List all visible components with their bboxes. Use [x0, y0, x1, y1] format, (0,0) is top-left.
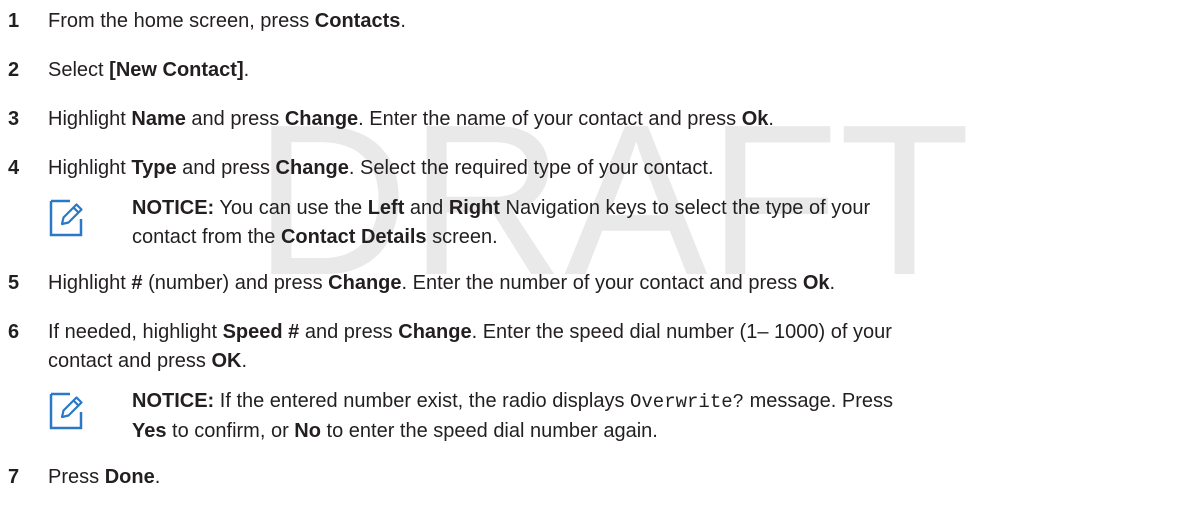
- ui-term: #: [131, 272, 143, 294]
- ui-term: Done: [104, 466, 155, 488]
- ui-term: Change: [398, 321, 472, 343]
- ui-term: [New Contact]: [109, 59, 244, 81]
- step-number: 1: [8, 10, 20, 32]
- text-run: .: [829, 272, 836, 294]
- screen-message: Overwrite?: [630, 391, 745, 413]
- ui-term: No: [294, 420, 321, 442]
- ui-term: Left: [367, 197, 405, 219]
- text-run: Highlight: [48, 157, 132, 179]
- text-run: If the entered number exist, the radio d…: [214, 390, 630, 412]
- step-text: From the home screen, press Contacts.: [48, 7, 1176, 36]
- ui-term: Change: [328, 272, 402, 294]
- text-run: and press: [299, 321, 399, 343]
- step-number: 4: [8, 157, 20, 179]
- step-text: Highlight Type and press Change. Select …: [48, 154, 1176, 183]
- text-run: to enter the speed dial number again.: [320, 420, 658, 442]
- step-text: If needed, highlight Speed # and press C…: [48, 318, 1176, 376]
- text-run: (number) and press: [142, 272, 329, 294]
- step-number: 6: [8, 321, 20, 343]
- ui-term: Type: [131, 157, 177, 179]
- notice-label: NOTICE:: [132, 197, 215, 219]
- ui-term: Yes: [132, 420, 167, 442]
- text-run: From the home screen, press: [48, 10, 315, 32]
- text-run: . Enter the name of your contact and pre…: [358, 108, 742, 130]
- step-text: Highlight # (number) and press Change. E…: [48, 269, 1176, 298]
- ui-term: Contacts: [314, 10, 401, 32]
- text-run: contact and press: [48, 350, 212, 372]
- text-run: Press: [48, 466, 105, 488]
- text-run: .: [243, 59, 250, 81]
- step-number: 3: [8, 108, 20, 130]
- pencil-note-icon: [49, 392, 83, 430]
- ui-term: Ok: [741, 108, 769, 130]
- pencil-note-icon: [49, 199, 83, 237]
- text-run: screen.: [426, 226, 498, 248]
- text-run: You can use the: [214, 197, 368, 219]
- text-run: Select: [48, 59, 110, 81]
- text-run: Navigation keys to select the type of yo…: [499, 197, 871, 219]
- text-run: .: [768, 108, 774, 130]
- notice-text: NOTICE: You can use the Left and Right N…: [132, 194, 1178, 252]
- text-run: .: [400, 10, 406, 32]
- notice-text: NOTICE: If the entered number exist, the…: [132, 387, 1178, 446]
- step-text: Highlight Name and press Change. Enter t…: [48, 105, 1176, 134]
- text-run: and press: [185, 108, 285, 130]
- text-run: If needed, highlight: [48, 321, 223, 343]
- text-run: .: [154, 466, 161, 488]
- ui-term: Change: [284, 108, 359, 130]
- ui-term: Ok: [802, 272, 830, 294]
- ui-term: Right: [448, 197, 500, 219]
- step-number: 2: [8, 59, 20, 81]
- text-run: .: [241, 350, 247, 372]
- text-run: Highlight: [48, 108, 132, 130]
- ui-term: Speed #: [222, 321, 300, 343]
- text-run: message. Press: [744, 390, 893, 412]
- text-run: to confirm, or: [166, 420, 295, 442]
- notice-label: NOTICE:: [132, 390, 215, 412]
- text-run: Highlight: [48, 272, 132, 294]
- step-number: 5: [8, 272, 20, 294]
- text-run: . Enter the speed dial number (1– 1000) …: [471, 321, 892, 343]
- text-run: . Select the required type of your conta…: [348, 157, 714, 179]
- step-text: Press Done.: [48, 463, 1176, 492]
- ui-term: Name: [131, 108, 186, 130]
- ui-term: OK: [211, 350, 242, 372]
- text-run: and: [404, 197, 449, 219]
- text-run: contact from the: [132, 226, 281, 248]
- text-run: . Enter the number of your contact and p…: [401, 272, 803, 294]
- text-run: and press: [176, 157, 276, 179]
- ui-term: Change: [275, 157, 349, 179]
- step-number: 7: [8, 466, 20, 488]
- step-text: Select [New Contact].: [48, 56, 1176, 85]
- ui-term: Contact Details: [280, 226, 427, 248]
